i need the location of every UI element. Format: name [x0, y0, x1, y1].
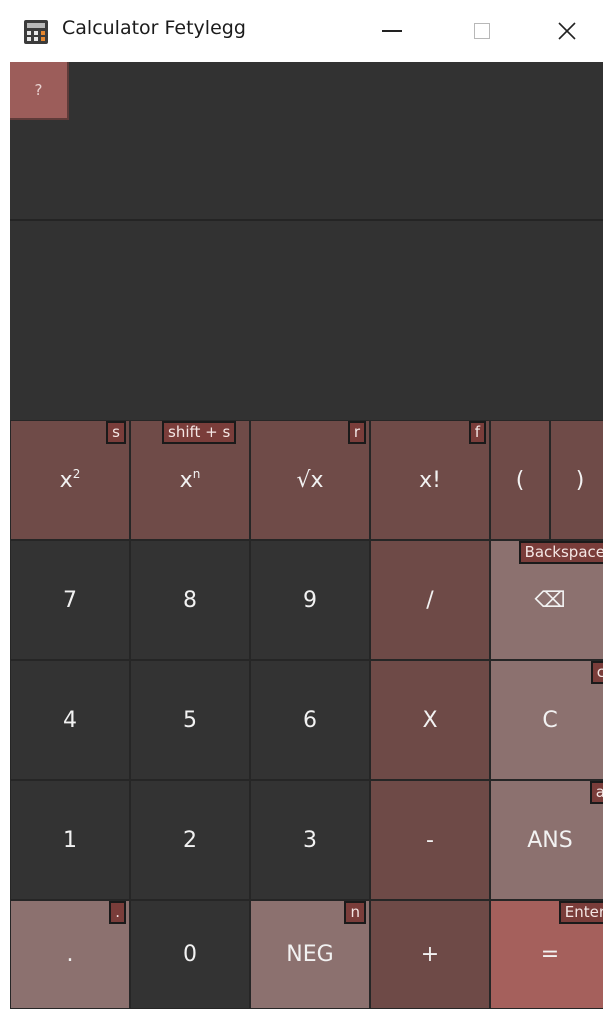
digit-1-label: 1: [63, 827, 77, 853]
power-label: x: [179, 467, 193, 493]
decimal-button[interactable]: . .: [10, 900, 130, 1009]
digit-7-label: 7: [63, 587, 77, 613]
digit-5-button[interactable]: 5: [130, 660, 250, 780]
result-display: [10, 221, 603, 420]
calculator-window: Calculator Fetylegg ? x2 s xn shift + s: [0, 0, 603, 1009]
digit-6-label: 6: [303, 707, 317, 733]
digit-3-label: 3: [303, 827, 317, 853]
clear-label: C: [542, 707, 558, 733]
minimize-icon: [382, 30, 402, 32]
square-label: x: [59, 467, 73, 493]
digit-5-label: 5: [183, 707, 197, 733]
minus-label: -: [426, 827, 434, 853]
close-paren-label: ): [575, 467, 585, 493]
square-shortcut-hint: s: [106, 421, 126, 444]
digit-7-button[interactable]: 7: [10, 540, 130, 660]
digit-2-button[interactable]: 2: [130, 780, 250, 900]
maximize-button[interactable]: [452, 0, 512, 62]
backspace-shortcut-hint: Backspace: [518, 541, 603, 564]
factorial-button[interactable]: x! f: [370, 420, 490, 540]
open-paren-label: (: [515, 467, 525, 493]
digit-2-label: 2: [183, 827, 197, 853]
title-bar[interactable]: Calculator Fetylegg: [0, 0, 603, 62]
ans-label: ANS: [527, 827, 573, 853]
factorial-shortcut-hint: f: [468, 421, 486, 444]
plus-label: +: [420, 942, 440, 967]
clear-shortcut-hint: c: [590, 661, 603, 684]
equals-button[interactable]: = Enter: [490, 900, 603, 1009]
divide-button[interactable]: /: [370, 540, 490, 660]
equals-shortcut-hint: Enter: [558, 901, 603, 924]
factorial-label: x!: [419, 467, 441, 493]
ans-shortcut-hint: a: [589, 781, 603, 804]
decimal-label: .: [66, 942, 74, 967]
sqrt-label: √x: [296, 467, 324, 493]
power-exponent: n: [192, 466, 201, 481]
calculator-app-icon: [24, 20, 48, 44]
keypad: x2 s xn shift + s √x r x! f ( ) 7 8 9 / …: [10, 420, 603, 1009]
close-button[interactable]: [537, 0, 597, 62]
square-exponent: 2: [72, 466, 81, 481]
equals-label: =: [540, 942, 560, 967]
digit-0-button[interactable]: 0: [130, 900, 250, 1009]
power-shortcut-hint: shift + s: [162, 421, 237, 444]
power-button[interactable]: xn shift + s: [130, 420, 250, 540]
expression-display: ?: [10, 62, 603, 219]
minimize-button[interactable]: [362, 0, 422, 62]
digit-8-label: 8: [183, 587, 197, 613]
digit-6-button[interactable]: 6: [250, 660, 370, 780]
digit-8-button[interactable]: 8: [130, 540, 250, 660]
multiply-label: X: [422, 707, 438, 733]
digit-0-label: 0: [183, 942, 197, 967]
square-button[interactable]: x2 s: [10, 420, 130, 540]
sqrt-button[interactable]: √x r: [250, 420, 370, 540]
sqrt-shortcut-hint: r: [347, 421, 366, 444]
multiply-button[interactable]: X: [370, 660, 490, 780]
digit-9-button[interactable]: 9: [250, 540, 370, 660]
digit-9-label: 9: [303, 587, 317, 613]
divide-label: /: [426, 587, 434, 613]
maximize-icon: [474, 23, 490, 39]
digit-3-button[interactable]: 3: [250, 780, 370, 900]
plus-button[interactable]: +: [370, 900, 490, 1009]
help-button[interactable]: ?: [10, 62, 69, 120]
decimal-shortcut-hint: .: [109, 901, 126, 924]
digit-1-button[interactable]: 1: [10, 780, 130, 900]
window-title: Calculator Fetylegg: [62, 17, 246, 39]
minus-button[interactable]: -: [370, 780, 490, 900]
backspace-button[interactable]: ⌫ Backspace: [490, 540, 603, 660]
negate-shortcut-hint: n: [344, 901, 366, 924]
negate-label: NEG: [286, 942, 334, 967]
close-paren-button[interactable]: ): [550, 420, 603, 540]
ans-button[interactable]: ANS a: [490, 780, 603, 900]
negate-button[interactable]: NEG n: [250, 900, 370, 1009]
close-icon: [558, 22, 576, 40]
backspace-icon: ⌫: [534, 587, 566, 613]
open-paren-button[interactable]: (: [490, 420, 550, 540]
clear-button[interactable]: C c: [490, 660, 603, 780]
digit-4-button[interactable]: 4: [10, 660, 130, 780]
digit-4-label: 4: [63, 707, 77, 733]
